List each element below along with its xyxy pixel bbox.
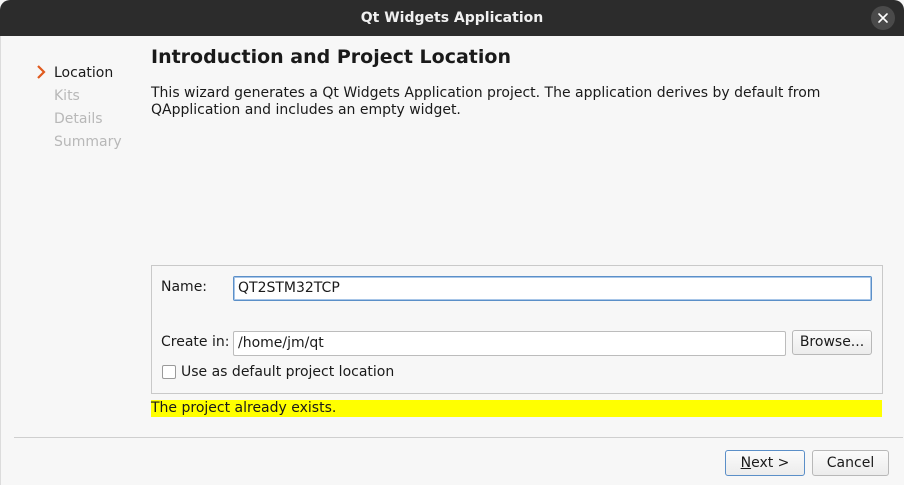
close-icon	[878, 13, 888, 23]
chevron-right-icon	[37, 65, 46, 79]
default-location-label[interactable]: Use as default project location	[181, 364, 394, 380]
step-details: Details	[54, 111, 103, 127]
create-in-input[interactable]: /home/jm/qt	[233, 331, 786, 356]
warning-message: The project already exists.	[151, 400, 882, 417]
default-location-checkbox[interactable]	[162, 365, 176, 379]
cancel-button[interactable]: Cancel	[812, 450, 889, 476]
create-in-label: Create in:	[161, 334, 230, 350]
name-label: Name:	[161, 279, 208, 295]
title-bar: Qt Widgets Application	[0, 0, 904, 36]
step-summary: Summary	[54, 134, 122, 150]
footer-separator	[14, 437, 903, 438]
description-line-2: QApplication and includes an empty widge…	[151, 102, 461, 118]
name-input[interactable]: QT2STM32TCP	[233, 276, 872, 301]
browse-button[interactable]: Browse...	[792, 330, 872, 355]
step-kits: Kits	[54, 88, 80, 104]
description-line-1: This wizard generates a Qt Widgets Appli…	[151, 85, 821, 101]
wizard-steps: Location Kits Details Summary	[0, 36, 141, 485]
page-description: This wizard generates a Qt Widgets Appli…	[151, 85, 851, 119]
close-button[interactable]	[871, 6, 895, 30]
step-location: Location	[54, 65, 114, 81]
window-title: Qt Widgets Application	[360, 10, 544, 26]
page-title: Introduction and Project Location	[151, 46, 511, 68]
location-form: Name: QT2STM32TCP Create in: /home/jm/qt…	[151, 265, 883, 394]
next-button[interactable]: Next >	[725, 450, 805, 476]
wizard-window: Qt Widgets Application Location Kits Det…	[0, 0, 904, 485]
